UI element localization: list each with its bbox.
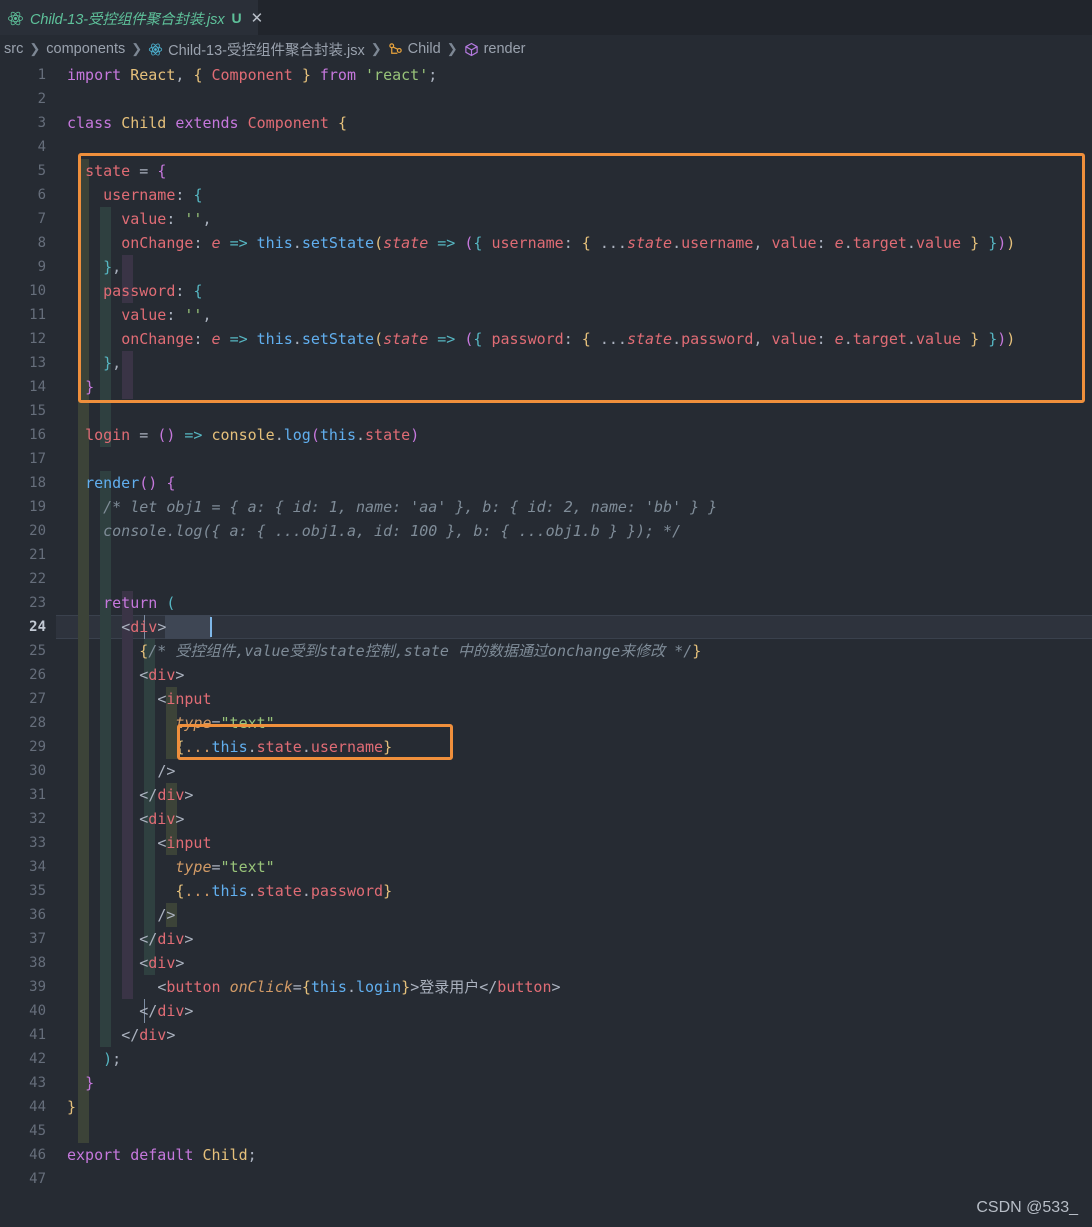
breadcrumb-item-method[interactable]: render [464, 41, 526, 57]
breadcrumb-item-file[interactable]: Child-13-受控组件聚合封装.jsx [148, 39, 365, 60]
breadcrumb-item-src[interactable]: src [4, 41, 23, 57]
breadcrumb-label: Child [407, 41, 441, 57]
code-line-7[interactable]: value: '', [0, 207, 1092, 231]
code-line-25[interactable]: {/* 受控组件,value受到state控制,state 中的数据通过onch… [0, 639, 1092, 663]
git-status-badge: U [231, 10, 242, 26]
code-line-41[interactable]: </div> [0, 1023, 1092, 1047]
code-line-3[interactable]: class Child extends Component { [0, 111, 1092, 135]
breadcrumb-label: Child-13-受控组件聚合封装.jsx [168, 42, 365, 59]
method-icon [464, 42, 479, 57]
code-line-29[interactable]: {...this.state.username} [0, 735, 1092, 759]
code-line-8[interactable]: onChange: e => this.setState(state => ({… [0, 231, 1092, 255]
code-line-23[interactable]: return ( [0, 591, 1092, 615]
breadcrumb-label: render [483, 41, 526, 57]
vscode-window: Child-13-受控组件聚合封装.jsx U ✕ src ❯ componen… [0, 0, 1092, 1227]
code-line-46[interactable]: export default Child; [0, 1143, 1092, 1167]
code-line-11[interactable]: value: '', [0, 303, 1092, 327]
code-line-5[interactable]: state = { [0, 159, 1092, 183]
code-line-34[interactable]: type="text" [0, 855, 1092, 879]
breadcrumb-separator: ❯ [446, 41, 458, 56]
code-line-6[interactable]: username: { [0, 183, 1092, 207]
editor-tab-child13[interactable]: Child-13-受控组件聚合封装.jsx U ✕ [0, 0, 263, 35]
code-line-20[interactable]: console.log({ a: { ...obj1.a, id: 100 },… [0, 519, 1092, 543]
breadcrumb-separator: ❯ [131, 41, 143, 56]
code-line-28[interactable]: type="text" [0, 711, 1092, 735]
breadcrumb-label: src [4, 41, 24, 57]
class-icon [388, 42, 403, 57]
react-icon [7, 10, 24, 27]
breadcrumb-item-components[interactable]: components [46, 41, 125, 57]
code-line-12[interactable]: onChange: e => this.setState(state => ({… [0, 327, 1092, 351]
code-line-27[interactable]: <input [0, 687, 1092, 711]
code-line-1[interactable]: import React, { Component } from 'react'… [0, 63, 1092, 87]
code-line-30[interactable]: /> [0, 759, 1092, 783]
code-line-42[interactable]: ); [0, 1047, 1092, 1071]
code-line-33[interactable]: <input [0, 831, 1092, 855]
code-line-13[interactable]: }, [0, 351, 1092, 375]
code-line-43[interactable]: } [0, 1071, 1092, 1095]
code-text-layer[interactable]: import React, { Component } from 'react'… [0, 63, 1092, 1227]
code-line-10[interactable]: password: { [0, 279, 1092, 303]
breadcrumb-label: components [46, 41, 126, 57]
breadcrumb: src ❯ components ❯ Child-13-受控组件聚合封装.jsx… [0, 35, 1092, 63]
code-line-24[interactable]: <div> [0, 615, 1092, 639]
close-icon[interactable]: ✕ [251, 11, 264, 26]
editor-tab-label: Child-13-受控组件聚合封装.jsx [30, 11, 225, 28]
code-line-36[interactable]: /> [0, 903, 1092, 927]
code-line-14[interactable]: } [0, 375, 1092, 399]
breadcrumb-separator: ❯ [29, 41, 41, 56]
code-line-32[interactable]: <div> [0, 807, 1092, 831]
code-line-44[interactable]: } [0, 1095, 1092, 1119]
code-line-16[interactable]: login = () => console.log(this.state) [0, 423, 1092, 447]
code-line-38[interactable]: <div> [0, 951, 1092, 975]
code-line-40[interactable]: </div> [0, 999, 1092, 1023]
code-line-31[interactable]: </div> [0, 783, 1092, 807]
breadcrumb-separator: ❯ [370, 41, 382, 56]
code-line-9[interactable]: }, [0, 255, 1092, 279]
editor-tab-bar: Child-13-受控组件聚合封装.jsx U ✕ [0, 0, 1092, 35]
code-line-19[interactable]: /* let obj1 = { a: { id: 1, name: 'aa' }… [0, 495, 1092, 519]
code-line-37[interactable]: </div> [0, 927, 1092, 951]
code-line-39[interactable]: <button onClick={this.login}>登录用户</butto… [0, 975, 1092, 999]
react-icon [148, 42, 163, 57]
breadcrumb-item-class[interactable]: Child [388, 41, 441, 57]
code-line-18[interactable]: render() { [0, 471, 1092, 495]
code-editor[interactable]: 1 2 3 4 5 6 7 8 9 10 11 12 13 14 15 16 1… [0, 63, 1092, 1227]
code-line-35[interactable]: {...this.state.password} [0, 879, 1092, 903]
code-line-26[interactable]: <div> [0, 663, 1092, 687]
csdn-watermark: CSDN @533_ [976, 1199, 1078, 1216]
